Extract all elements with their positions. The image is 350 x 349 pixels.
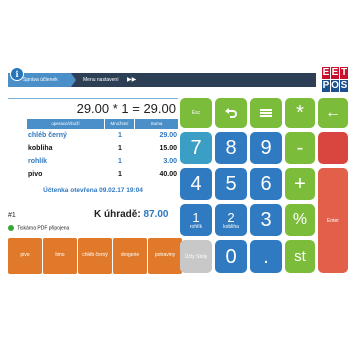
plus-button[interactable]: + (285, 168, 315, 200)
digit-8-button[interactable]: 8 (215, 132, 247, 164)
backspace-icon: ← (325, 104, 341, 121)
menu-arrows-icon[interactable]: ▶▶ (127, 73, 136, 87)
minus-button[interactable]: - (285, 132, 315, 164)
header-bar: Správa účtenek i Menu nastavení ▶▶ E E T… (8, 67, 348, 95)
digit-4-label: 4 (190, 173, 202, 195)
item-name: rohlík (28, 158, 48, 165)
item-name: pivo (28, 171, 43, 178)
product-button-chleb[interactable]: chléb černý (78, 238, 112, 274)
info-icon[interactable]: i (10, 67, 24, 81)
percent-label: % (292, 211, 308, 228)
receipt-opened-date: Účtenka otevřena 09.02.17 19:04 (43, 187, 143, 194)
column-header-quantity: Množství (105, 119, 135, 129)
tab-arrow (71, 73, 76, 87)
digit-9-button[interactable]: 9 (250, 132, 282, 164)
status-dot-icon (8, 225, 14, 231)
product-button-potraviny[interactable]: potraviny (148, 238, 182, 274)
logo-letter: P (322, 80, 330, 92)
digit-4-button[interactable]: 4 (180, 168, 212, 200)
decimal-button[interactable]: . (250, 240, 282, 273)
logo-letter: E (322, 67, 330, 79)
clear-button[interactable] (318, 132, 348, 164)
product-button-drogerie[interactable]: drogerie (113, 238, 147, 274)
list-button[interactable] (250, 98, 282, 128)
total-due: K úhradě: 87.00 (94, 209, 168, 220)
receipt-panel: 29.00 * 1 = 29.00 operace/zboží Množství… (8, 98, 182, 274)
column-header-operation: operace/zboží (27, 119, 105, 129)
item-sum: 3.00 (163, 158, 177, 165)
digit-0-label: 0 (225, 245, 237, 268)
receipt-row[interactable]: chléb černý 1 29.00 (27, 129, 179, 142)
calculation-display: 29.00 * 1 = 29.00 (76, 101, 176, 116)
digit-6-label: 6 (260, 173, 272, 195)
digit-5-button[interactable]: 5 (215, 168, 247, 200)
undo-icon (225, 108, 237, 118)
item-sum: 40.00 (159, 171, 177, 178)
multiply-button[interactable]: * (285, 98, 315, 128)
item-qty: 1 (118, 158, 122, 165)
item-qty: 1 (118, 145, 122, 152)
tables-accounts-button[interactable]: Účty Stoly (180, 240, 212, 273)
keypad: Esc * ← 7 8 9 - 4 5 6 + Enter 1 rohlík 2… (180, 98, 348, 273)
storno-label: st (294, 247, 306, 265)
digit-0-button[interactable]: 0 (215, 240, 247, 273)
list-icon (260, 108, 272, 118)
total-amount: 87.00 (143, 209, 169, 220)
decimal-label: . (263, 245, 269, 268)
receipt-row[interactable]: rohlík 1 3.00 (27, 155, 179, 168)
tab-menu-settings[interactable]: Menu nastavení (83, 73, 119, 87)
logo-letter: T (340, 67, 348, 79)
item-name: kobliha (28, 145, 53, 152)
logo-letter: O (331, 80, 339, 92)
digit-7-button[interactable]: 7 (180, 132, 212, 164)
product-button-limo[interactable]: limo (43, 238, 77, 274)
logo-letter: E (331, 67, 339, 79)
digit-2-button[interactable]: 2 kobliha (215, 204, 247, 236)
digit-1-product: rohlík (189, 223, 203, 230)
minus-label: - (296, 137, 304, 159)
percent-button[interactable]: % (285, 204, 315, 236)
digit-8-label: 8 (225, 137, 237, 159)
receipt-table-header: operace/zboží Množství Suma (27, 119, 179, 129)
plus-label: + (294, 173, 306, 195)
total-label: K úhradě: (94, 209, 141, 220)
backspace-button[interactable]: ← (318, 98, 348, 128)
receipt-row[interactable]: pivo 1 40.00 (27, 168, 179, 181)
digit-2-label: 2 (227, 209, 235, 225)
eet-pos-logo: E E T P O S (320, 67, 348, 94)
receipt-number: #1 (8, 212, 16, 219)
item-qty: 1 (118, 171, 122, 178)
product-button-pivo[interactable]: pivo (8, 238, 42, 274)
multiply-label: * (296, 102, 304, 124)
digit-3-label: 3 (260, 209, 272, 231)
receipt-items: chléb černý 1 29.00 kobliha 1 15.00 rohl… (27, 129, 179, 181)
printer-status-text: Tiskárna PDF připojena (17, 225, 70, 232)
storno-button[interactable]: st (285, 240, 315, 273)
item-sum: 15.00 (159, 145, 177, 152)
tables-accounts-label: Účty Stoly (184, 253, 208, 260)
esc-button[interactable]: Esc (180, 98, 212, 128)
item-name: chléb černý (28, 132, 67, 139)
digit-1-label: 1 (192, 209, 200, 225)
digit-5-label: 5 (225, 173, 237, 195)
tab-receipt-management-label: Správa účtenek (23, 77, 58, 83)
item-sum: 29.00 (159, 132, 177, 139)
digit-6-button[interactable]: 6 (250, 168, 282, 200)
logo-letter: S (340, 80, 348, 92)
receipt-row[interactable]: kobliha 1 15.00 (27, 142, 179, 155)
enter-label: Enter (327, 217, 339, 224)
printer-status: Tiskárna PDF připojena (8, 225, 69, 231)
item-qty: 1 (118, 132, 122, 139)
column-header-sum: Suma (135, 119, 179, 129)
undo-button[interactable] (215, 98, 247, 128)
product-buttons: pivo limo chléb černý drogerie potraviny (8, 238, 184, 274)
digit-7-label: 7 (190, 137, 202, 159)
digit-1-button[interactable]: 1 rohlík (180, 204, 212, 236)
pos-app: Správa účtenek i Menu nastavení ▶▶ E E T… (8, 67, 348, 274)
esc-label: Esc (191, 110, 201, 116)
digit-9-label: 9 (260, 137, 272, 159)
digit-3-button[interactable]: 3 (250, 204, 282, 236)
enter-button[interactable]: Enter (318, 168, 348, 273)
digit-2-product: kobliha (223, 223, 239, 230)
